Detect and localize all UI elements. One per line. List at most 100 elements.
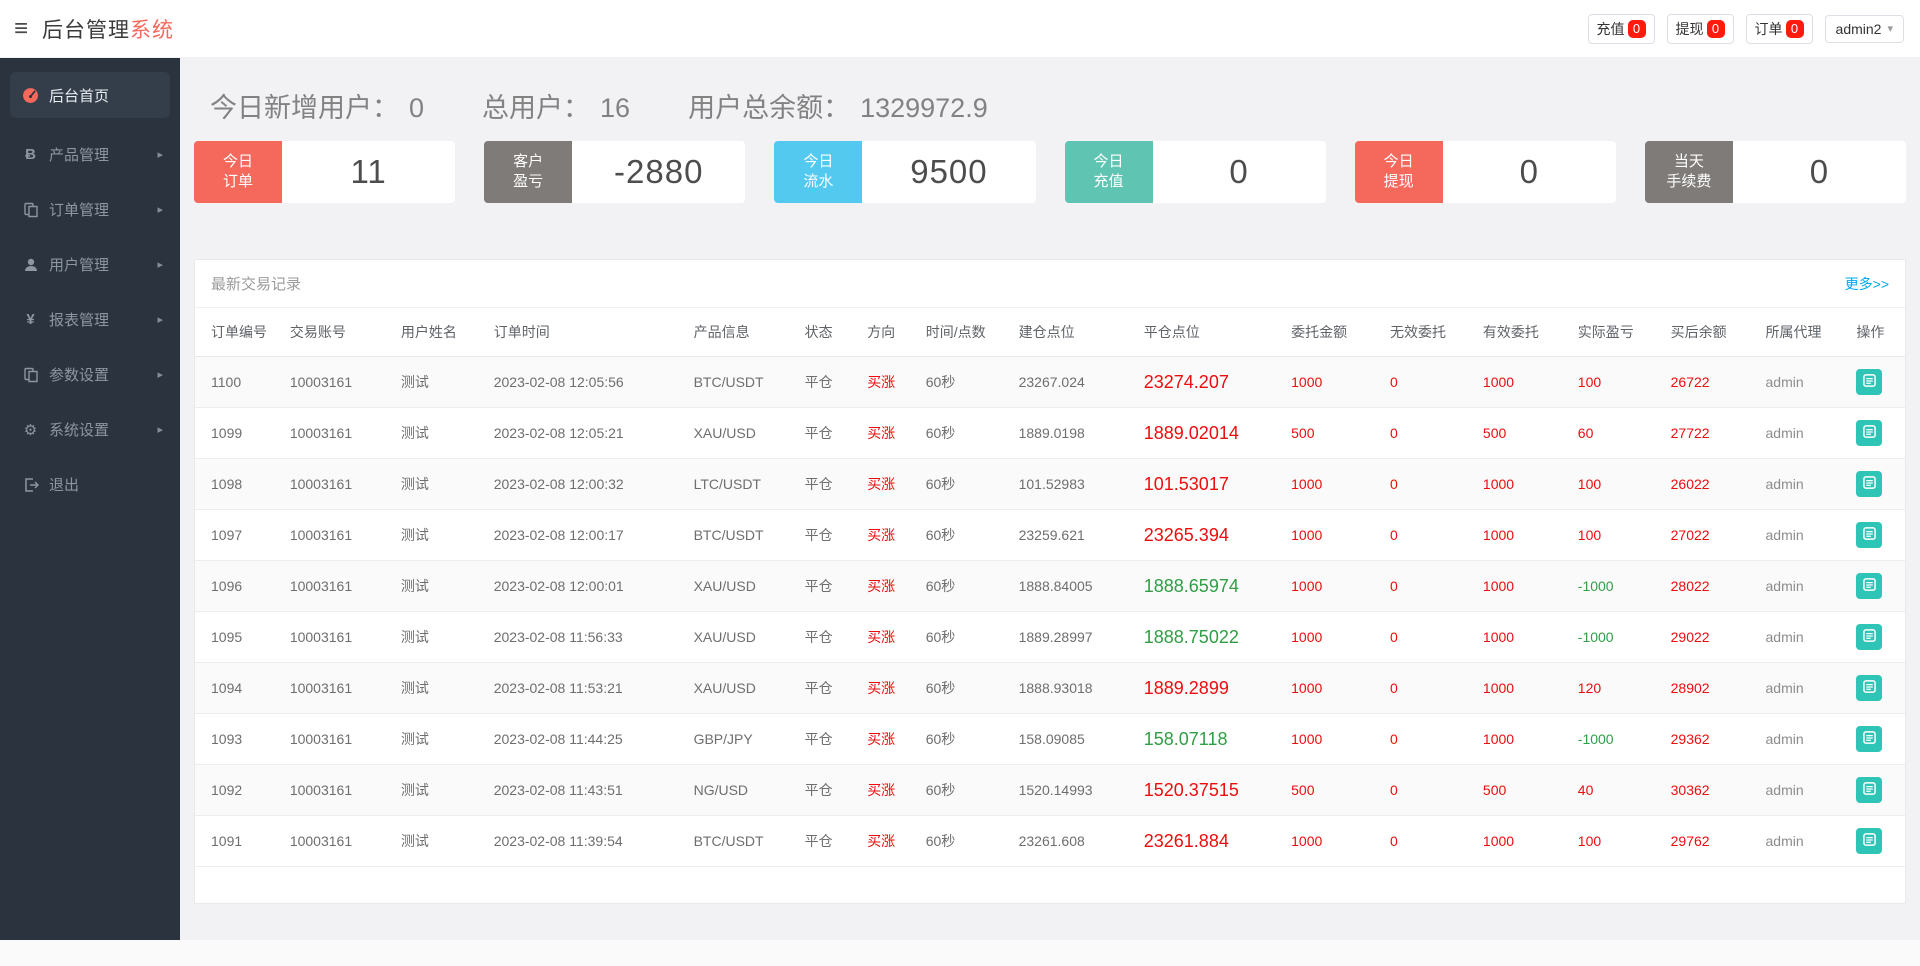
table-cell: 1520.14993 — [1013, 765, 1138, 816]
table-cell: 2023-02-08 12:00:01 — [488, 561, 688, 612]
table-cell: 60秒 — [920, 663, 1013, 714]
table-cell: 2023-02-08 11:53:21 — [488, 663, 688, 714]
table-cell: 0 — [1384, 612, 1477, 663]
nav-button-1[interactable]: 充值0 — [1588, 14, 1655, 44]
badge-count: 0 — [1786, 20, 1804, 38]
table-cell: 1099 — [195, 408, 284, 459]
column-header: 订单编号 — [195, 308, 284, 357]
navbar-actions: 充值0提现0订单0 admin2 ▾ — [1588, 14, 1904, 44]
table-cell: 158.07118 — [1138, 714, 1285, 765]
sidebar: 后台首页 Ƀ产品管理▸订单管理▸用户管理▸¥报表管理▸参数设置▸⚙系统设置▸退出 — [0, 58, 180, 940]
row-detail-button[interactable] — [1856, 471, 1882, 497]
row-detail-button[interactable] — [1856, 726, 1882, 752]
nav-button-3[interactable]: 订单0 — [1746, 14, 1813, 44]
row-detail-button[interactable] — [1856, 777, 1882, 803]
yen-icon: ¥ — [22, 311, 39, 328]
table-cell: 101.52983 — [1013, 459, 1138, 510]
table-cell: 买涨 — [861, 357, 920, 408]
table-cell: BTC/USDT — [688, 816, 799, 867]
table-cell: 0 — [1384, 408, 1477, 459]
card-label: 今日提现 — [1355, 141, 1443, 203]
table-cell: 平仓 — [799, 765, 862, 816]
table-cell: 2023-02-08 12:05:21 — [488, 408, 688, 459]
sidebar-item-系统设置[interactable]: ⚙系统设置▸ — [0, 402, 180, 457]
table-cell: 26722 — [1665, 357, 1760, 408]
list-icon — [1863, 833, 1876, 849]
table-cell: 平仓 — [799, 561, 862, 612]
card-当天手续费: 当天手续费0 — [1645, 141, 1906, 203]
list-icon — [1863, 680, 1876, 696]
table-cell: 60秒 — [920, 765, 1013, 816]
operation-cell — [1850, 408, 1905, 459]
sidebar-item-后台首页[interactable]: 后台首页 — [10, 72, 170, 118]
sidebar-item-订单管理[interactable]: 订单管理▸ — [0, 182, 180, 237]
sidebar-item-用户管理[interactable]: 用户管理▸ — [0, 237, 180, 292]
column-header: 所属代理 — [1760, 308, 1851, 357]
sidebar-item-产品管理[interactable]: Ƀ产品管理▸ — [0, 127, 180, 182]
operation-cell — [1850, 459, 1905, 510]
stat-label: 今日新增用户： — [210, 86, 399, 125]
operation-cell — [1850, 510, 1905, 561]
table-cell: 0 — [1384, 357, 1477, 408]
card-label: 客户盈亏 — [484, 141, 572, 203]
table-cell: 120 — [1572, 663, 1665, 714]
stat-cards: 今日订单11客户盈亏-2880今日流水9500今日充值0今日提现0当天手续费0 — [194, 141, 1906, 203]
table-cell: 测试 — [395, 765, 488, 816]
column-header: 有效委托 — [1477, 308, 1572, 357]
sidebar-item-报表管理[interactable]: ¥报表管理▸ — [0, 292, 180, 347]
table-cell: 500 — [1477, 765, 1572, 816]
row-detail-button[interactable] — [1856, 573, 1882, 599]
card-value: 0 — [1443, 141, 1616, 203]
table-cell: admin — [1760, 714, 1851, 765]
stat-总用户: 总用户：16 — [482, 86, 630, 125]
card-label: 今日订单 — [194, 141, 282, 203]
table-cell: 23261.884 — [1138, 816, 1285, 867]
nav-button-2[interactable]: 提现0 — [1667, 14, 1734, 44]
chevron-right-icon: ▸ — [157, 368, 163, 381]
more-link[interactable]: 更多>> — [1845, 274, 1889, 294]
row-detail-button[interactable] — [1856, 828, 1882, 854]
table-cell: 买涨 — [861, 663, 920, 714]
table-cell: 2023-02-08 11:44:25 — [488, 714, 688, 765]
table-cell: admin — [1760, 510, 1851, 561]
table-cell: 100 — [1572, 816, 1665, 867]
column-header: 买后余额 — [1665, 308, 1760, 357]
table-cell: 60秒 — [920, 561, 1013, 612]
stat-label: 用户总余额： — [688, 86, 850, 125]
table-cell: 158.09085 — [1013, 714, 1138, 765]
table-cell: 1093 — [195, 714, 284, 765]
table-cell: 1000 — [1477, 714, 1572, 765]
table-cell: 1000 — [1285, 612, 1384, 663]
table-cell: 1092 — [195, 765, 284, 816]
row-detail-button[interactable] — [1856, 522, 1882, 548]
table-cell: admin — [1760, 357, 1851, 408]
sidebar-item-退出[interactable]: 退出 — [0, 457, 180, 512]
table-cell: XAU/USD — [688, 663, 799, 714]
row-detail-button[interactable] — [1856, 624, 1882, 650]
column-header: 委托金额 — [1285, 308, 1384, 357]
chevron-right-icon: ▸ — [157, 313, 163, 326]
operation-cell — [1850, 714, 1905, 765]
table-cell: 40 — [1572, 765, 1665, 816]
table-cell: 测试 — [395, 612, 488, 663]
menu-icon[interactable]: ≡ — [14, 17, 28, 41]
card-value: 9500 — [862, 141, 1035, 203]
table-cell: 23261.608 — [1013, 816, 1138, 867]
table-cell: 0 — [1384, 459, 1477, 510]
row-detail-button[interactable] — [1856, 420, 1882, 446]
table-cell: 60秒 — [920, 357, 1013, 408]
table-cell: 1000 — [1477, 510, 1572, 561]
table-cell: 1889.28997 — [1013, 612, 1138, 663]
table-cell: 测试 — [395, 459, 488, 510]
nav-button-label: 充值 — [1597, 19, 1625, 39]
table-cell: NG/USD — [688, 765, 799, 816]
table-cell: GBP/JPY — [688, 714, 799, 765]
sidebar-item-参数设置[interactable]: 参数设置▸ — [0, 347, 180, 402]
card-value: 0 — [1733, 141, 1906, 203]
user-menu-button[interactable]: admin2 ▾ — [1825, 15, 1904, 43]
table-cell: 2023-02-08 11:39:54 — [488, 816, 688, 867]
table-cell: 2023-02-08 12:00:17 — [488, 510, 688, 561]
table-cell: 1000 — [1477, 357, 1572, 408]
row-detail-button[interactable] — [1856, 369, 1882, 395]
row-detail-button[interactable] — [1856, 675, 1882, 701]
